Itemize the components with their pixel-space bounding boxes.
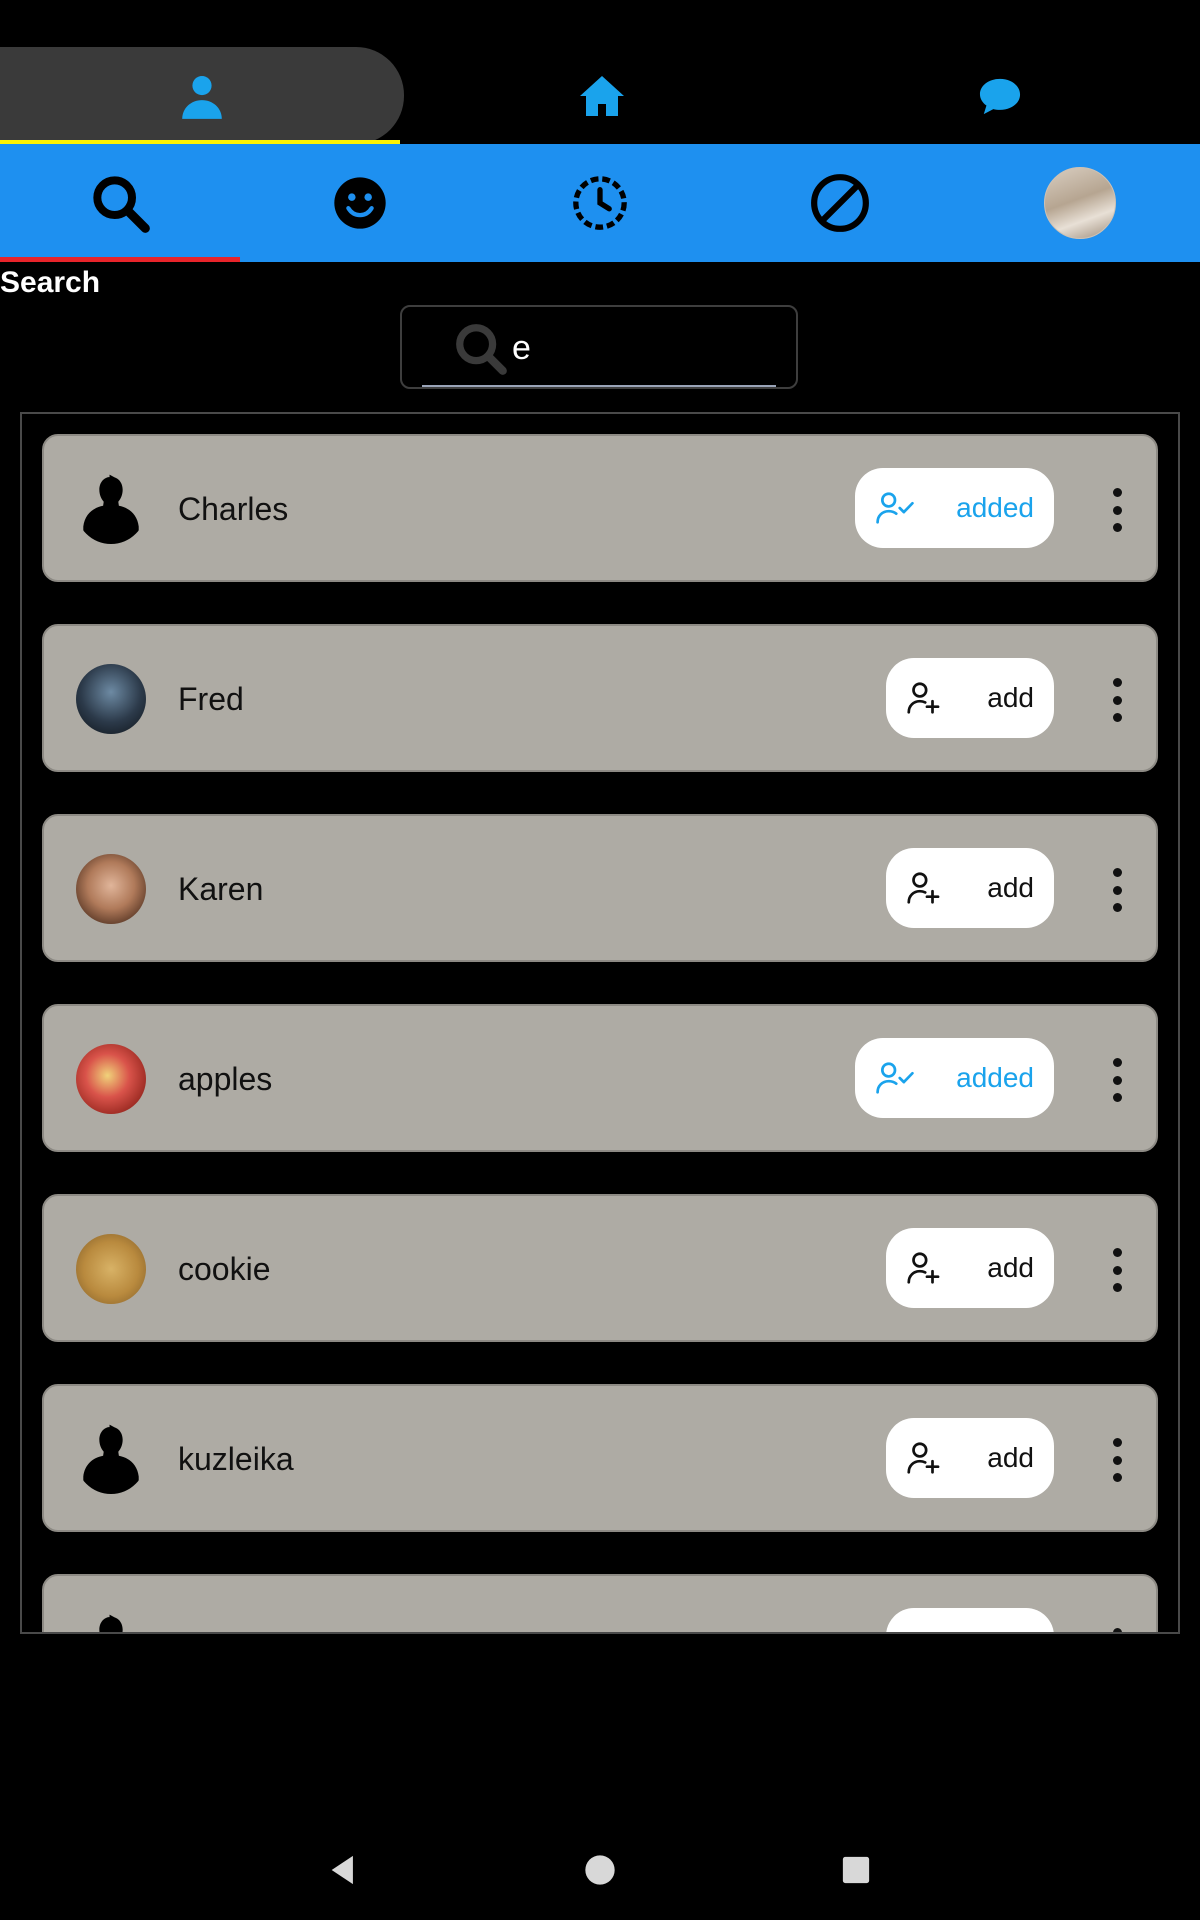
- top-tab-bar: [0, 47, 1200, 144]
- avatar: [76, 1234, 146, 1304]
- toolbar-profile-button[interactable]: [960, 144, 1200, 262]
- result-card[interactable]: Karen add: [42, 814, 1158, 962]
- system-nav-bar: [0, 1820, 1200, 1920]
- button-label: added: [956, 1062, 1034, 1093]
- result-card[interactable]: kuzleika add: [42, 1384, 1158, 1532]
- search-icon: [93, 176, 150, 233]
- button-label: add: [987, 1442, 1034, 1473]
- toolbar-blocked-button[interactable]: [720, 144, 960, 262]
- friend-added-icon: [876, 1062, 914, 1094]
- more-options-icon[interactable]: [1110, 1438, 1124, 1482]
- more-options-icon[interactable]: [1110, 488, 1124, 532]
- button-label: added: [956, 492, 1034, 523]
- result-card-partial[interactable]: [42, 1574, 1158, 1634]
- page-title: Search: [0, 266, 101, 299]
- nav-home-button[interactable]: [570, 1840, 630, 1900]
- profile-avatar: [1044, 167, 1116, 239]
- add-friend-button[interactable]: add: [886, 658, 1054, 738]
- results-list[interactable]: Charles added Fred add Karen add apples added co…: [20, 412, 1180, 1634]
- tab-friends[interactable]: [0, 47, 404, 144]
- home-icon: [580, 75, 624, 116]
- added-button[interactable]: added: [855, 1038, 1054, 1118]
- avatar: [76, 664, 146, 734]
- add-friend-icon: [907, 872, 940, 904]
- result-card[interactable]: cookie add: [42, 1194, 1158, 1342]
- toolbar: [0, 144, 1200, 262]
- toolbar-history-button[interactable]: [480, 144, 720, 262]
- search-input[interactable]: [512, 327, 772, 369]
- toolbar-friends-button[interactable]: [240, 144, 480, 262]
- result-card[interactable]: Fred add: [42, 624, 1158, 772]
- more-options-icon[interactable]: [1110, 1248, 1124, 1292]
- added-button[interactable]: added: [855, 468, 1054, 548]
- home-circle-icon: [585, 1855, 615, 1885]
- friend-added-icon: [876, 492, 914, 524]
- add-friend-icon: [907, 682, 940, 714]
- result-name: Fred: [178, 681, 244, 717]
- add-friend-button[interactable]: add: [886, 1228, 1054, 1308]
- button-label: add: [987, 682, 1034, 713]
- blocked-icon: [811, 174, 869, 232]
- result-card[interactable]: apples added: [42, 1004, 1158, 1152]
- search-icon: [456, 324, 507, 375]
- default-avatar: [76, 1424, 146, 1494]
- more-options-icon[interactable]: [1110, 1058, 1124, 1102]
- add-friend-button[interactable]: add: [886, 1418, 1054, 1498]
- search-underline: [422, 385, 776, 387]
- add-friend-button[interactable]: [886, 1608, 1054, 1634]
- results-list-inner: Charles added Fred add Karen add apples added co…: [42, 434, 1158, 1634]
- result-name: cookie: [178, 1251, 271, 1287]
- default-avatar-icon: [83, 1424, 139, 1494]
- button-label: add: [987, 1252, 1034, 1283]
- nav-recents-button[interactable]: [826, 1840, 886, 1900]
- history-icon: [573, 176, 627, 230]
- result-name: apples: [178, 1061, 273, 1097]
- avatar: [76, 1044, 146, 1114]
- toolbar-search-button[interactable]: [0, 144, 240, 262]
- add-friend-button[interactable]: add: [886, 848, 1054, 928]
- result-name: Charles: [178, 491, 289, 527]
- default-avatar-icon: [83, 474, 139, 544]
- tab-home[interactable]: [404, 47, 800, 144]
- default-avatar: [76, 1614, 146, 1632]
- chat-bubble-icon: [979, 78, 1021, 114]
- add-friend-icon: [904, 1629, 942, 1634]
- more-options-icon[interactable]: [1110, 678, 1124, 722]
- recents-icon: [842, 1856, 870, 1884]
- result-card[interactable]: Charles added: [42, 434, 1158, 582]
- more-options-icon[interactable]: [1110, 1628, 1124, 1632]
- more-options-icon[interactable]: [1110, 868, 1124, 912]
- tab-chat[interactable]: [800, 47, 1200, 144]
- avatar: [76, 854, 146, 924]
- smiley-icon: [334, 177, 386, 229]
- add-friend-icon: [907, 1442, 940, 1474]
- default-avatar-icon: [99, 1614, 123, 1632]
- result-name: kuzleika: [178, 1441, 294, 1477]
- person-icon: [182, 75, 222, 119]
- button-label: add: [987, 872, 1034, 903]
- toolbar-active-indicator: [0, 257, 240, 262]
- add-friend-icon: [907, 1252, 940, 1284]
- nav-back-button[interactable]: [313, 1840, 373, 1900]
- back-icon: [331, 1855, 353, 1885]
- result-name: Karen: [178, 871, 264, 907]
- default-avatar: [76, 474, 146, 544]
- search-field[interactable]: [400, 305, 798, 389]
